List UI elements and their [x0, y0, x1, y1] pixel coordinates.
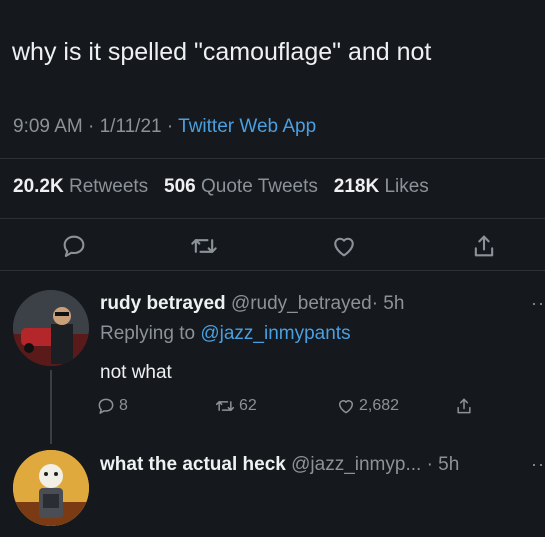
- tweet-actions: [0, 226, 545, 266]
- tweet-time: 9:09 AM: [13, 116, 83, 137]
- avatar[interactable]: [13, 290, 89, 366]
- quotes-stat[interactable]: 506 Quote Tweets: [164, 176, 318, 197]
- thread-line: [50, 370, 52, 444]
- reply-author-handle[interactable]: @rudy_betrayed: [231, 293, 372, 314]
- reply-icon: [98, 398, 114, 414]
- replying-to: Replying to @jazz_inmypants: [100, 323, 351, 345]
- reply-actions: 8 62 2,682: [96, 396, 496, 424]
- likes-stat[interactable]: 218K Likes: [334, 176, 429, 197]
- reply-header: rudy betrayed @rudy_betrayed· 5h ··: [100, 293, 545, 315]
- meta-separator: ·: [161, 116, 179, 137]
- likes-count: 218K: [333, 176, 380, 197]
- reply-age: · 5h: [371, 293, 405, 314]
- reply-text: not what: [100, 362, 172, 383]
- reply-retweet-button[interactable]: 62: [214, 396, 257, 416]
- retweet-count: 62: [239, 397, 257, 414]
- tweet-stats: 20.2K Retweets 506 Quote Tweets 218K Lik…: [13, 176, 429, 198]
- like-icon: [339, 400, 353, 414]
- more-icon[interactable]: ··: [531, 293, 545, 314]
- tweet-text: why is it spelled "camouflage" and not: [12, 38, 432, 66]
- replying-mention[interactable]: @jazz_inmypants: [200, 323, 350, 344]
- reply-author-name[interactable]: what the actual heck: [100, 454, 286, 475]
- like-icon[interactable]: [330, 232, 358, 260]
- divider: [0, 218, 545, 219]
- more-icon[interactable]: ··: [531, 454, 545, 475]
- reply-like-button[interactable]: 2,682: [336, 396, 399, 416]
- likes-label: Likes: [384, 176, 429, 197]
- reply-count: 8: [119, 397, 128, 414]
- avatar-image: [13, 450, 89, 526]
- reply-author-handle[interactable]: @jazz_inmyp...: [291, 454, 421, 475]
- reply-header: what the actual heck @jazz_inmyp... · 5h…: [100, 454, 545, 476]
- meta-separator: ·: [82, 116, 100, 137]
- reply-icon[interactable]: [60, 232, 88, 260]
- tweet-meta: 9:09 AM · 1/11/21 · Twitter Web App: [13, 116, 316, 138]
- like-count: 2,682: [359, 397, 400, 414]
- replying-prefix: Replying to: [100, 323, 196, 344]
- retweets-count: 20.2K: [13, 176, 64, 197]
- quotes-count: 506: [164, 176, 196, 197]
- reply-share-button[interactable]: [454, 396, 474, 416]
- quotes-label: Quote Tweets: [201, 176, 318, 197]
- retweets-label: Retweets: [68, 176, 149, 197]
- reply-reply-button[interactable]: 8: [96, 396, 128, 416]
- share-icon: [457, 398, 471, 414]
- divider: [0, 270, 545, 271]
- share-icon[interactable]: [470, 232, 498, 260]
- retweet-icon[interactable]: [190, 232, 218, 260]
- avatar[interactable]: [13, 450, 89, 526]
- reply-author-name[interactable]: rudy betrayed: [100, 293, 226, 314]
- retweets-stat[interactable]: 20.2K Retweets: [13, 176, 148, 197]
- divider: [0, 158, 545, 159]
- retweet-icon: [215, 401, 235, 411]
- tweet-date[interactable]: 1/11/21: [100, 116, 162, 137]
- reply-age: · 5h: [426, 454, 460, 475]
- tweet-source[interactable]: Twitter Web App: [178, 116, 316, 137]
- avatar-image: [13, 290, 89, 366]
